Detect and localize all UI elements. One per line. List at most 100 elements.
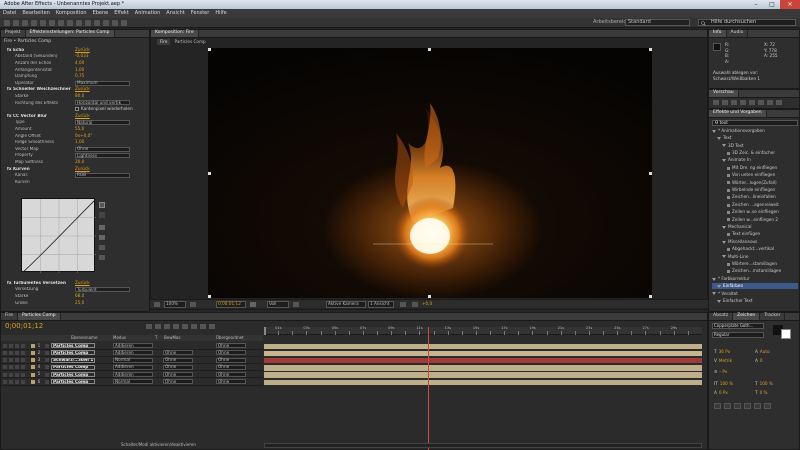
effects-tree-item[interactable]: 3D Text: [712, 143, 798, 149]
property-row[interactable]: Stärke 68,0: [5, 293, 145, 299]
property-checkbox[interactable]: Kantenpixel wiederholen: [75, 107, 133, 112]
effect-header[interactable]: fx Schneller Weichzeichner Zurück: [5, 87, 145, 93]
effects-tree-item[interactable]: Wörter...lugen(Zufall): [712, 180, 798, 186]
property-value[interactable]: 0x+0,0°: [75, 133, 92, 138]
effects-tree-item[interactable]: Text: [712, 135, 798, 141]
effects-tree-item[interactable]: Einfärben: [712, 283, 798, 290]
solo-icon[interactable]: [15, 358, 19, 363]
playhead[interactable]: [428, 327, 430, 450]
loop-icon[interactable]: [767, 100, 773, 105]
col-trkmat[interactable]: BewMas: [164, 336, 180, 340]
last-frame-icon[interactable]: [749, 100, 755, 105]
timeline-layer-row[interactable]: 2 Particles Comp Addieren Ohne Ohne: [1, 350, 263, 357]
col-layer-name[interactable]: Ebenenname: [71, 336, 97, 340]
shy-icon[interactable]: [164, 324, 170, 329]
property-dropdown[interactable]: Turbulent: [75, 287, 130, 293]
property-row[interactable]: Stärke 80,0: [5, 93, 145, 99]
property-row[interactable]: Vector Map Ohne: [5, 146, 145, 152]
stroke-color-swatch[interactable]: [781, 329, 791, 339]
disclosure-triangle-icon[interactable]: [717, 136, 721, 140]
property-value[interactable]: -0,033: [75, 54, 89, 58]
work-area-start-icon[interactable]: [264, 327, 266, 335]
effects-tree-item[interactable]: 3D Zeic. & einfacher: [712, 150, 798, 156]
property-value[interactable]: Zurück: [75, 166, 90, 171]
rotation-tool-icon[interactable]: [31, 20, 37, 26]
toggle-pixel-icon[interactable]: [400, 302, 406, 307]
solo-icon[interactable]: [15, 343, 19, 348]
tab-info[interactable]: Info: [709, 30, 727, 37]
breadcrumb-particles-comp[interactable]: Particles Comp: [174, 39, 205, 45]
audio-icon[interactable]: [9, 372, 13, 377]
property-value[interactable]: 20,0: [75, 159, 84, 164]
timeline-current-time[interactable]: 0;00;01;12: [5, 323, 43, 330]
timeline-layer-row[interactable]: 4 Particles Comp Addieren Ohne Ohne: [1, 365, 263, 372]
clone-stamp-tool-icon[interactable]: [94, 20, 100, 26]
roto-brush-tool-icon[interactable]: [112, 20, 118, 26]
property-row[interactable]: Richtung des Effekts Horizontal und verti…: [5, 100, 145, 106]
next-frame-icon[interactable]: [740, 100, 746, 105]
disclosure-triangle-icon[interactable]: [717, 299, 721, 303]
effect-header[interactable]: fx CC Vector Blur Zurück: [5, 113, 145, 119]
resize-handle-bl[interactable]: [208, 295, 211, 298]
zoom-select[interactable]: 100%: [164, 301, 186, 308]
solo-icon[interactable]: [15, 379, 19, 384]
property-value[interactable]: Zurück: [75, 47, 90, 52]
disclosure-triangle-icon[interactable]: [712, 292, 716, 296]
timeline-layer-row[interactable]: 5 Particles Comp Addieren Ohne Ohne: [1, 372, 263, 379]
tab-effect-controls[interactable]: Effekteinstellungen: Particles Comp: [25, 30, 115, 37]
property-dropdown[interactable]: Ohne: [75, 146, 130, 152]
ram-preview-icon[interactable]: [776, 100, 782, 105]
menu-ansicht[interactable]: Ansicht: [166, 11, 184, 16]
help-search-input[interactable]: Hilfe durchsuchen: [698, 19, 796, 26]
property-row[interactable]: Ridge Smoothness 1,00: [5, 139, 145, 145]
maximize-button[interactable]: □: [764, 0, 780, 9]
camera-tool-icon[interactable]: [40, 20, 46, 26]
property-value[interactable]: 25,0: [75, 300, 84, 305]
layer-duration-bar[interactable]: [264, 379, 702, 386]
property-value[interactable]: 80,0: [75, 93, 84, 98]
faux-bold-button[interactable]: [714, 403, 721, 409]
effects-tree-item[interactable]: Von unten einfliegen: [712, 172, 798, 178]
blend-mode-select[interactable]: Normal: [113, 379, 153, 385]
property-row[interactable]: Type Natural: [5, 120, 145, 126]
effects-tree-item[interactable]: * Animationsvorgaben: [712, 128, 798, 134]
graph-editor-icon[interactable]: [209, 324, 215, 329]
eraser-tool-icon[interactable]: [103, 20, 109, 26]
faux-italic-button[interactable]: [724, 403, 731, 409]
always-preview-icon[interactable]: [154, 302, 160, 307]
text-tool-icon[interactable]: [76, 20, 82, 26]
menu-bearbeiten[interactable]: Bearbeiten: [22, 11, 49, 16]
effects-tree-item[interactable]: * Farbkorrektur: [712, 276, 798, 282]
reset-curve-icon[interactable]: [99, 255, 105, 260]
close-button[interactable]: ✕: [780, 0, 800, 9]
disclosure-triangle-icon[interactable]: [722, 255, 726, 259]
blend-mode-select[interactable]: Addieren: [113, 350, 153, 356]
disclosure-triangle-icon[interactable]: [722, 159, 726, 163]
lock-icon[interactable]: [21, 379, 25, 384]
blend-mode-select[interactable]: Addieren: [113, 365, 153, 370]
tab-preview[interactable]: Vorschau: [709, 90, 739, 97]
property-row[interactable]: Anzahl der Echos 4,00: [5, 60, 145, 66]
reset-exposure-icon[interactable]: [412, 302, 418, 307]
audio-icon[interactable]: [9, 365, 13, 370]
layer-duration-bar[interactable]: [264, 365, 702, 371]
save-icon[interactable]: [99, 235, 105, 240]
resize-handle-b[interactable]: [428, 295, 431, 298]
parent-select[interactable]: Ohne: [216, 379, 246, 385]
brush-tool-icon[interactable]: [85, 20, 91, 26]
property-dropdown[interactable]: RGB: [75, 173, 130, 178]
checkbox-icon[interactable]: [75, 107, 79, 112]
track-matte-select[interactable]: Ohne: [163, 357, 193, 363]
property-row[interactable]: Dämpfung 0,75: [5, 73, 145, 79]
lock-icon[interactable]: [21, 350, 25, 355]
track-matte-select[interactable]: Ohne: [163, 372, 193, 378]
col-mode[interactable]: Modus: [113, 336, 126, 340]
timeline-layer-row[interactable]: 1 Particles Comp Addieren Ohne: [1, 343, 263, 350]
effects-tree-item[interactable]: Text einfügen: [712, 232, 798, 238]
auto-keyframe-icon[interactable]: [200, 324, 206, 329]
play-icon[interactable]: [731, 100, 737, 105]
composition-mini-flowchart-icon[interactable]: [146, 324, 152, 329]
layer-name[interactable]: Schwarz/...lken 1: [51, 357, 95, 363]
timeline-layer-row[interactable]: 6 Particles Comp Normal Ohne Ohne: [1, 379, 263, 386]
brainstorm-icon[interactable]: [191, 324, 197, 329]
